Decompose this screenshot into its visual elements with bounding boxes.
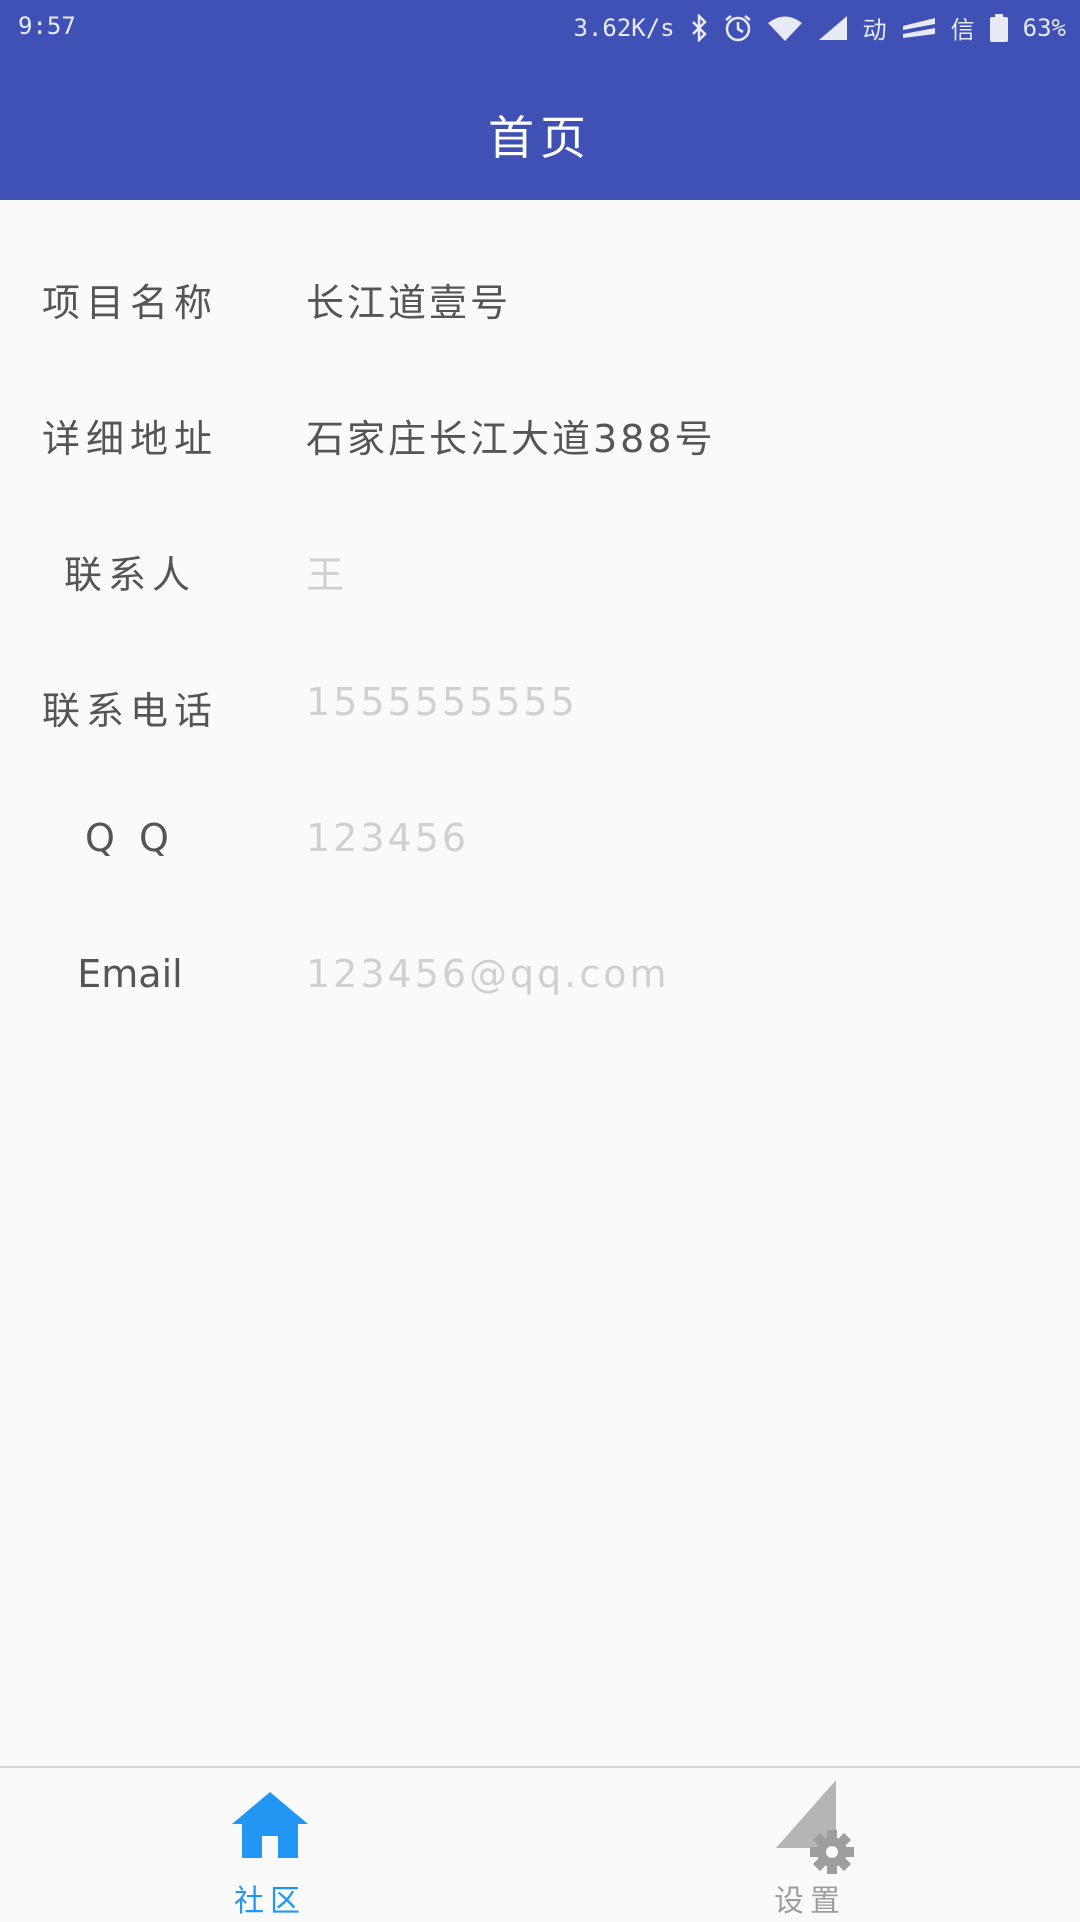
contact-input[interactable]: 王 (306, 544, 347, 599)
project-name-value[interactable]: 长江道壹号 (306, 272, 511, 327)
alarm-icon (724, 14, 751, 41)
signal-bars-icon (902, 17, 935, 38)
field-label: 联系人 (63, 553, 196, 597)
field-phone: 联系电话 1555555555 (0, 636, 1080, 772)
signal-icon (818, 15, 847, 40)
field-label: 项目名称 (41, 281, 218, 325)
field-email: Email 123456@qq.com (0, 908, 1080, 1044)
network-speed: 3.62K/s (573, 13, 675, 42)
nav-item-community[interactable]: 社区 (0, 1768, 540, 1922)
address-value[interactable]: 石家庄长江大道388号 (306, 408, 716, 463)
page-title: 首页 (488, 111, 592, 165)
project-info-form: 项目名称 长江道壹号 详细地址 石家庄长江大道388号 联系人 王 联系电话 1… (0, 200, 1080, 1766)
field-address: 详细地址 石家庄长江大道388号 (0, 364, 1080, 500)
app-bar: 首页 (0, 52, 1080, 200)
nav-item-settings[interactable]: 设置 (540, 1768, 1080, 1922)
field-label: Email (77, 952, 183, 996)
carrier-label-2: 信 (950, 16, 975, 44)
battery-icon (989, 13, 1008, 42)
home-icon (232, 1792, 308, 1858)
field-project-name: 项目名称 长江道壹号 (0, 228, 1080, 364)
email-input[interactable]: 123456@qq.com (306, 952, 670, 996)
status-icons: 3.62K/s 动 信 63% (573, 10, 1066, 45)
field-qq: Q Q 123456 (0, 772, 1080, 908)
field-contact: 联系人 王 (0, 500, 1080, 636)
bluetooth-icon (691, 13, 707, 42)
field-label: Q Q (85, 816, 175, 860)
qq-input[interactable]: 123456 (306, 816, 469, 860)
settings-icon (776, 1780, 854, 1874)
nav-label-settings: 设置 (774, 1884, 846, 1919)
wifi-icon (767, 16, 802, 41)
status-time: 9:57 (18, 12, 76, 40)
bottom-navigation: 社区 设置 (0, 1766, 1080, 1922)
phone-input[interactable]: 1555555555 (306, 680, 578, 724)
status-bar: 9:57 3.62K/s 动 信 63% (0, 0, 1080, 52)
nav-label-community: 社区 (234, 1884, 306, 1919)
field-label: 联系电话 (41, 689, 218, 733)
field-label: 详细地址 (41, 417, 218, 461)
carrier-label: 动 (862, 16, 887, 44)
battery-level: 63% (1022, 13, 1066, 42)
